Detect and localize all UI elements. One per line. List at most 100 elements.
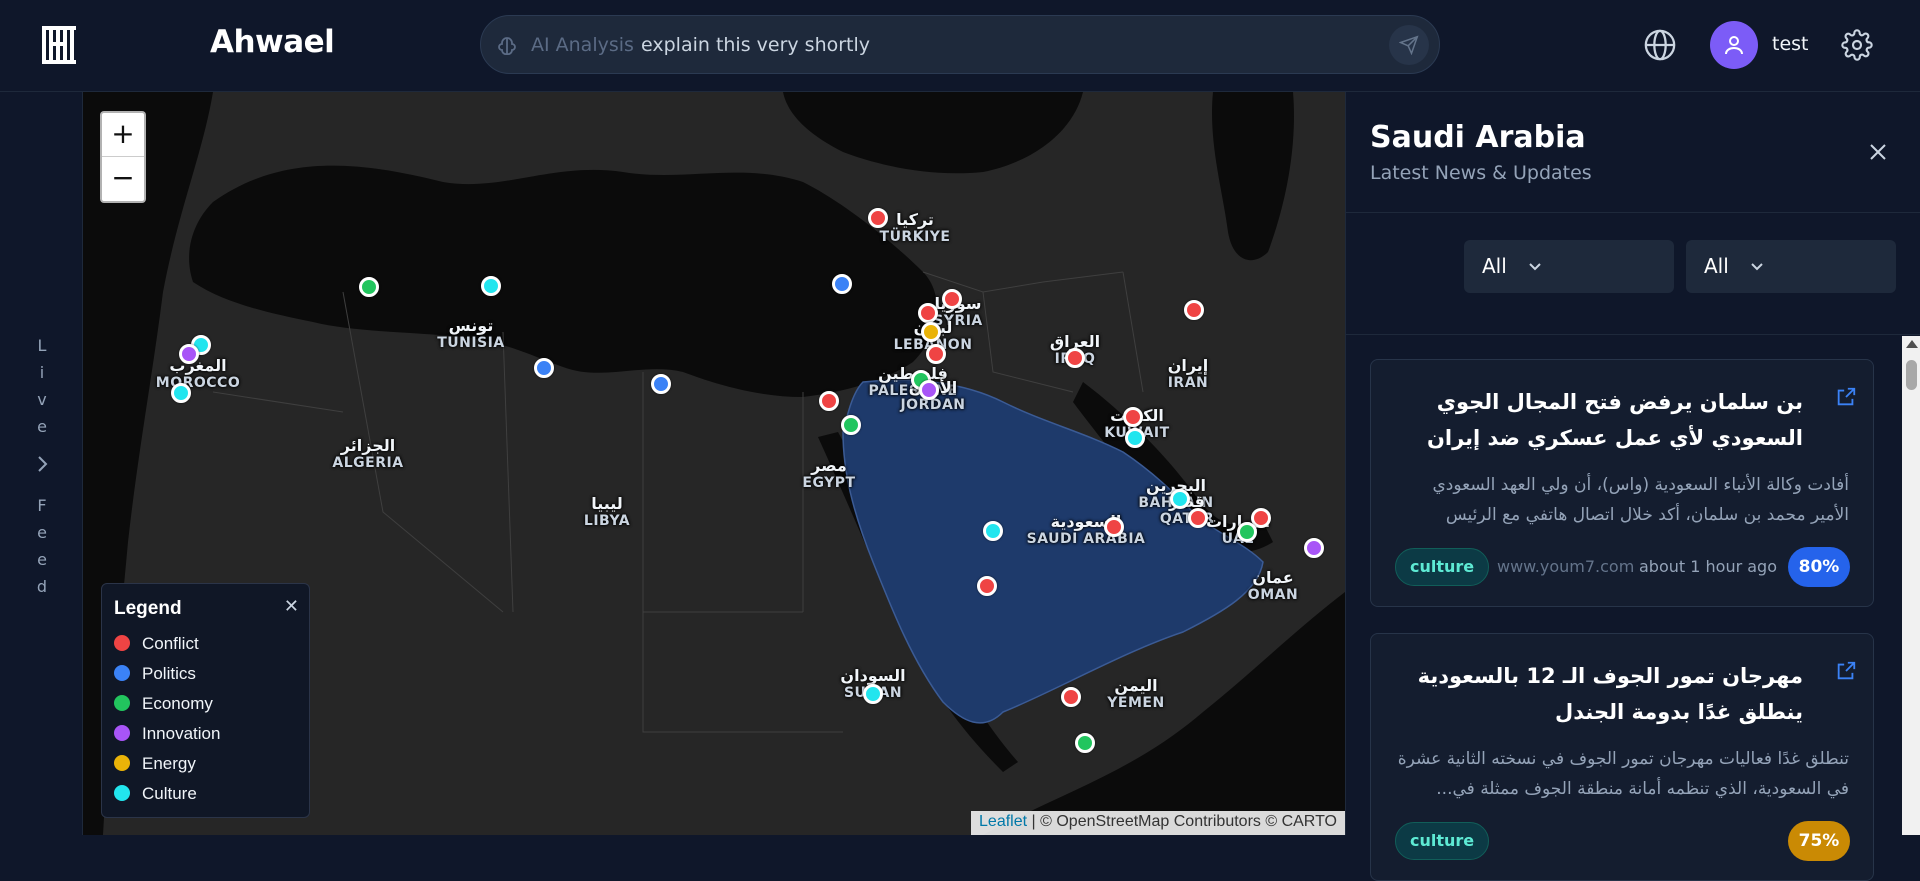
news-marker-culture[interactable] xyxy=(171,383,191,403)
category-filter-select[interactable]: All xyxy=(1464,240,1674,293)
legend-item-politics: Politics xyxy=(114,664,196,688)
news-map[interactable]: + − تركياTÜRKIYE سورياSYRIA لبنانLEBANON… xyxy=(83,92,1345,835)
legend-dot xyxy=(114,725,130,741)
news-card-summary: أفادت وكالة الأنباء السعودية (واس)، أن و… xyxy=(1432,475,1849,525)
news-marker-politics[interactable] xyxy=(832,274,852,294)
legend-dot xyxy=(114,635,130,651)
external-link-icon[interactable] xyxy=(1835,386,1857,408)
panel-subtitle: Latest News & Updates xyxy=(1370,162,1592,184)
news-marker-conflict[interactable] xyxy=(1061,687,1081,707)
zoom-in-button[interactable]: + xyxy=(102,113,144,157)
time-filter-select[interactable]: All xyxy=(1686,240,1896,293)
panel-title: Saudi Arabia xyxy=(1370,120,1586,155)
news-marker-innovation[interactable] xyxy=(1304,538,1324,558)
globe-icon[interactable] xyxy=(1643,28,1677,62)
map-attribution: Leaflet | © OpenStreetMap Contributors ©… xyxy=(971,811,1345,835)
legend-item-energy: Energy xyxy=(114,754,196,778)
country-label[interactable]: إيران IRAN xyxy=(1168,356,1209,391)
app-title: Ahwael xyxy=(210,24,335,60)
live-feed-toggle[interactable]: Live Feed xyxy=(0,92,83,835)
country-label[interactable]: الجزائر ALGERIA xyxy=(332,436,403,471)
news-marker-economy[interactable] xyxy=(1237,522,1257,542)
legend-item-innovation: Innovation xyxy=(114,724,220,748)
news-marker-culture[interactable] xyxy=(863,684,883,704)
close-icon[interactable] xyxy=(1866,140,1890,164)
country-label[interactable]: اليمن YEMEN xyxy=(1107,676,1164,711)
news-marker-energy[interactable] xyxy=(921,322,941,342)
legend-dot xyxy=(114,785,130,801)
legend-dot xyxy=(114,695,130,711)
news-marker-economy[interactable] xyxy=(1075,733,1095,753)
news-card[interactable]: بن سلمان يرفض فتح المجال الجوي السعودي ل… xyxy=(1370,359,1874,607)
send-button[interactable] xyxy=(1389,25,1429,65)
news-marker-innovation[interactable] xyxy=(179,344,199,364)
news-marker-culture[interactable] xyxy=(983,521,1003,541)
scrollbar-thumb[interactable] xyxy=(1906,360,1917,390)
news-marker-conflict[interactable] xyxy=(977,576,997,596)
news-card-title[interactable]: بن سلمان يرفض فتح المجال الجوي السعودي ل… xyxy=(1383,384,1803,456)
external-link-icon[interactable] xyxy=(1835,660,1857,682)
news-marker-culture[interactable] xyxy=(1125,428,1145,448)
news-card-title[interactable]: مهرجان تمور الجوف الـ 12 بالسعودية ينطلق… xyxy=(1383,658,1803,730)
country-label[interactable]: السعودية SAUDI ARABIA xyxy=(1027,512,1146,547)
news-marker-conflict[interactable] xyxy=(942,289,962,309)
legend-item-culture: Culture xyxy=(114,784,197,808)
country-label[interactable]: مصر EGYPT xyxy=(802,456,855,491)
news-timestamp: about 1 hour ago xyxy=(1639,557,1777,576)
news-marker-economy[interactable] xyxy=(841,415,861,435)
zoom-control: + − xyxy=(100,111,146,203)
news-marker-culture[interactable] xyxy=(481,276,501,296)
news-marker-politics[interactable] xyxy=(651,374,671,394)
legend-dot xyxy=(114,665,130,681)
news-source[interactable]: www.youm7.com xyxy=(1497,557,1634,576)
relevance-score-badge: 80% xyxy=(1788,547,1850,587)
news-marker-conflict[interactable] xyxy=(918,303,938,323)
news-marker-innovation[interactable] xyxy=(919,380,939,400)
news-marker-conflict[interactable] xyxy=(868,208,888,228)
legend-item-economy: Economy xyxy=(114,694,213,718)
ai-brain-icon xyxy=(498,37,516,55)
live-label: Live xyxy=(37,336,47,436)
news-marker-culture[interactable] xyxy=(1170,489,1190,509)
map-legend: Legend ✕ Conflict Politics Economy Innov… xyxy=(101,583,310,818)
legend-close-icon[interactable]: ✕ xyxy=(284,596,299,617)
news-card[interactable]: مهرجان تمور الجوف الـ 12 بالسعودية ينطلق… xyxy=(1370,633,1874,881)
chevron-down-icon xyxy=(1751,263,1763,271)
country-label[interactable]: تركيا TÜRKIYE xyxy=(880,210,951,245)
chevron-right-icon[interactable] xyxy=(30,452,54,476)
divider xyxy=(1346,334,1920,335)
news-card-summary: تنطلق غدًا فعاليات مهرجان تمور الجوف في … xyxy=(1397,749,1849,799)
send-icon xyxy=(1398,35,1419,56)
legend-item-conflict: Conflict xyxy=(114,634,199,658)
news-marker-economy[interactable] xyxy=(359,277,379,297)
scrollbar[interactable] xyxy=(1902,336,1920,835)
news-marker-conflict[interactable] xyxy=(1104,517,1124,537)
country-label[interactable]: ليبيا LIBYA xyxy=(584,494,630,529)
country-label[interactable]: تونس TUNISIA xyxy=(437,316,504,351)
news-marker-conflict[interactable] xyxy=(1065,348,1085,368)
zoom-out-button[interactable]: − xyxy=(102,157,144,201)
news-marker-conflict[interactable] xyxy=(1184,300,1204,320)
legend-dot xyxy=(114,755,130,771)
gear-icon[interactable] xyxy=(1841,29,1873,61)
country-label[interactable]: عمان OMAN xyxy=(1248,568,1298,603)
ai-search-input[interactable] xyxy=(641,26,1341,64)
ai-search-bar[interactable]: AI Analysis xyxy=(480,15,1440,74)
legend-title: Legend xyxy=(114,598,182,619)
news-marker-politics[interactable] xyxy=(534,358,554,378)
news-marker-conflict[interactable] xyxy=(926,344,946,364)
news-marker-conflict[interactable] xyxy=(819,391,839,411)
news-marker-conflict[interactable] xyxy=(1188,508,1208,528)
category-tag: culture xyxy=(1395,548,1490,586)
user-icon xyxy=(1725,36,1743,55)
leaflet-link[interactable]: Leaflet xyxy=(979,813,1027,830)
country-news-panel: Saudi Arabia Latest News & Updates All A… xyxy=(1345,92,1920,881)
news-marker-conflict[interactable] xyxy=(1123,407,1143,427)
category-tag: culture xyxy=(1395,822,1490,860)
feed-label: Feed xyxy=(36,496,48,596)
avatar[interactable] xyxy=(1710,21,1758,69)
app-logo-icon[interactable] xyxy=(42,26,76,64)
country-label[interactable]: المغرب MOROCCO xyxy=(156,356,240,391)
scroll-up-arrow-icon[interactable] xyxy=(1906,340,1918,348)
user-name[interactable]: test xyxy=(1772,33,1809,55)
